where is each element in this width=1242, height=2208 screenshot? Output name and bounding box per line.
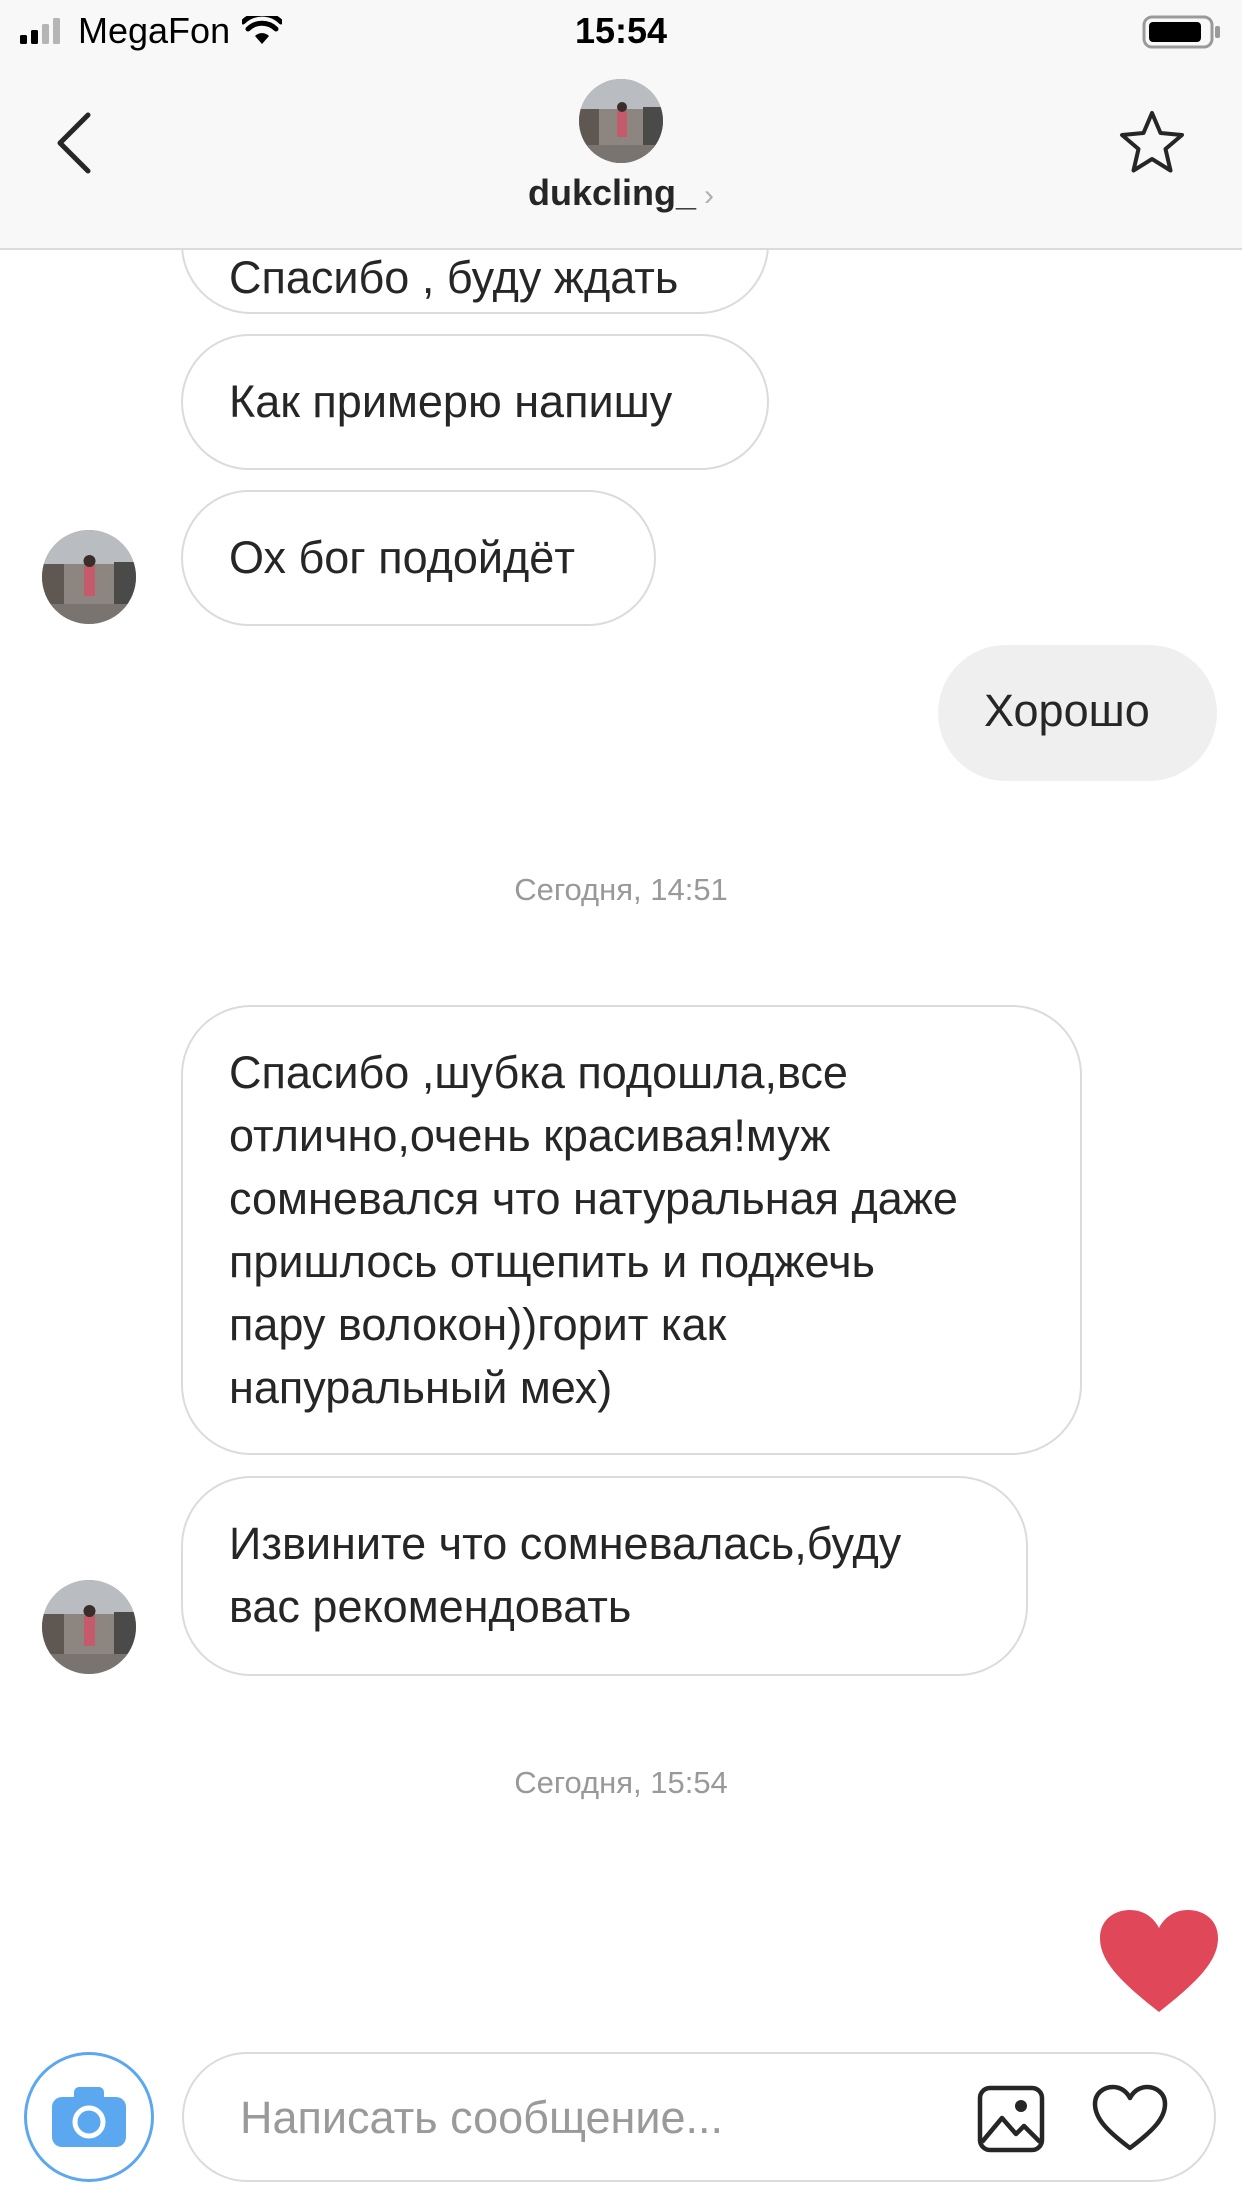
message-composer — [0, 2040, 1242, 2208]
message-bubble[interactable]: Ох бог подойдёт — [181, 490, 656, 626]
star-button[interactable] — [1112, 92, 1192, 192]
battery-icon — [1142, 14, 1222, 55]
heart-outline-icon — [1092, 2084, 1168, 2151]
status-time: 15:54 — [574, 10, 668, 51]
sender-avatar[interactable] — [42, 1580, 136, 1674]
like-button[interactable] — [1092, 2084, 1168, 2154]
back-arrow-icon — [57, 112, 91, 174]
star-icon — [1120, 111, 1184, 173]
message-bubble[interactable]: Спасибо ,шубка подошла,все отлично,очень… — [181, 1005, 1082, 1455]
chat-username[interactable]: dukcling_ › — [0, 172, 1242, 214]
gallery-button[interactable] — [976, 2084, 1046, 2154]
sender-avatar[interactable] — [42, 530, 136, 624]
camera-button[interactable] — [24, 2052, 154, 2182]
message-input[interactable] — [238, 2054, 942, 2182]
gallery-icon — [977, 2085, 1045, 2153]
chat-header: dukcling_ › — [0, 64, 1242, 250]
camera-icon — [52, 2087, 126, 2147]
message-input-box[interactable] — [182, 2052, 1216, 2182]
message-bubble-outgoing[interactable]: Хорошо — [938, 645, 1217, 781]
username-label: dukcling_ — [527, 172, 697, 213]
message-list[interactable]: Спасибо , буду ждать Как примерю напишу … — [0, 250, 1242, 2035]
chevron-right-icon: › — [704, 179, 715, 212]
message-bubble[interactable]: Как примерю напишу — [181, 334, 769, 470]
heart-filled-icon[interactable] — [1098, 1908, 1220, 2016]
status-bar: MegaFon 15:54 — [0, 0, 1242, 64]
header-avatar[interactable] — [579, 79, 663, 163]
message-bubble[interactable]: Извините что сомневалась,буду вас рекоме… — [181, 1476, 1028, 1676]
message-timestamp: Сегодня, 15:54 — [514, 1765, 728, 1800]
message-timestamp: Сегодня, 14:51 — [514, 872, 728, 907]
message-bubble[interactable]: Спасибо , буду ждать — [181, 250, 769, 314]
